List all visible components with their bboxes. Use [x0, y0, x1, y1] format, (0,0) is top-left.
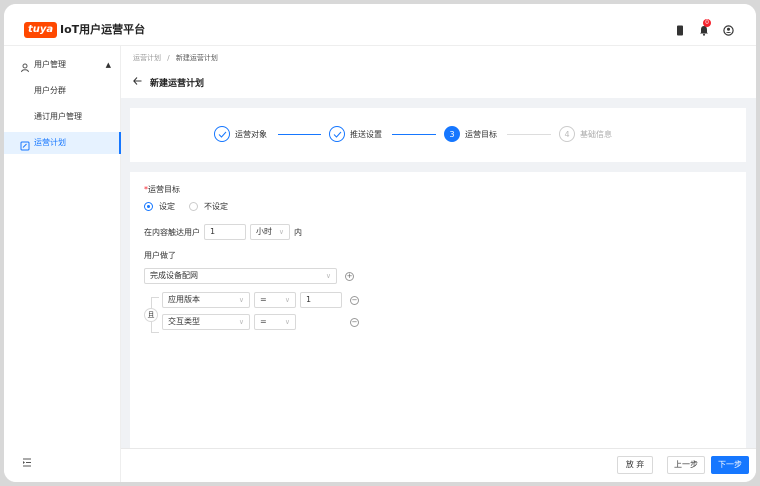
step-2: 推送设置: [329, 126, 382, 142]
reach-time-row: 在内容触达用户 1 小时 ∨ 内: [144, 224, 302, 240]
step-connector: [278, 134, 321, 135]
breadcrumb-separator: /: [167, 54, 170, 62]
condition-value-input[interactable]: 1: [300, 292, 342, 308]
goal-radio-group: 设定 不设定: [144, 201, 228, 212]
sidebar-item-user-management[interactable]: 用户管理 ▲: [4, 54, 121, 76]
step-label: 运营对象: [235, 129, 267, 139]
sidebar-item-label: 用户分群: [34, 86, 66, 95]
condition-row: 应用版本 ∨ = ∨ 1 −: [162, 292, 359, 308]
user-icon: [20, 60, 30, 73]
condition-field-select[interactable]: 应用版本 ∨: [162, 292, 250, 308]
chevron-down-icon: ∨: [284, 296, 290, 304]
plan-icon: [20, 138, 30, 151]
notification-badge: 0: [703, 19, 711, 27]
remove-condition-icon[interactable]: −: [350, 317, 359, 327]
app-window: tuya IoT用户运营平台 0 用户管理 ▲ 用户分群 通订用户管理 运营计划…: [4, 4, 756, 482]
step-label: 基础信息: [580, 129, 612, 139]
radio-set-label: 设定: [159, 202, 175, 211]
goal-label-text: 运营目标: [148, 185, 180, 194]
condition-row: 交互类型 ∨ = ∨ −: [162, 314, 359, 330]
sidebar-item-label: 通订用户管理: [34, 112, 82, 121]
menu-collapse-icon[interactable]: [22, 458, 32, 468]
breadcrumb-current: 新建运营计划: [175, 54, 218, 62]
step-connector: [507, 134, 551, 135]
top-icons: 0: [674, 19, 734, 36]
chevron-down-icon: ∨: [325, 272, 331, 280]
page-header: 运营计划 / 新建运营计划 新建运营计划: [121, 46, 756, 98]
event-value: 完成设备配网: [150, 271, 198, 280]
sidebar: 用户管理 ▲ 用户分群 通订用户管理 运营计划: [4, 46, 121, 482]
step-label: 运营目标: [465, 129, 497, 139]
steps-bar: 运营对象 推送设置 3 运营目标 4 基础信息: [130, 108, 746, 162]
chevron-up-icon: ▲: [105, 61, 111, 69]
bell-icon[interactable]: 0: [698, 19, 711, 36]
condition-operator-value: =: [260, 295, 267, 304]
sidebar-item-label: 运营计划: [34, 138, 66, 147]
step-3: 3 运营目标: [444, 126, 497, 142]
phone-icon[interactable]: [674, 24, 686, 36]
step-label: 推送设置: [350, 129, 382, 139]
sidebar-item-subscription-users[interactable]: 通订用户管理: [4, 106, 121, 128]
back-arrow-icon[interactable]: [133, 77, 142, 88]
condition-field-value: 交互类型: [168, 317, 200, 326]
check-icon: [214, 126, 230, 142]
add-condition-icon[interactable]: +: [345, 271, 354, 281]
check-icon: [329, 126, 345, 142]
condition-field-value: 应用版本: [168, 295, 200, 304]
goal-label: *运营目标: [144, 184, 180, 195]
main-area: 运营计划 / 新建运营计划 新建运营计划 运营对象 推送设置 3 运营目标 4 …: [121, 46, 756, 482]
condition-group: 且 应用版本 ∨ = ∨ 1 − 交互类型 ∨ = ∨ −: [144, 292, 364, 338]
chevron-down-icon: ∨: [278, 228, 284, 236]
goal-form: *运营目标 设定 不设定 在内容触达用户 1 小时 ∨ 内 用户做了 完成设备配…: [130, 172, 746, 452]
page-title-row: 新建运营计划: [133, 76, 204, 89]
condition-operator-value: =: [260, 317, 267, 326]
previous-button[interactable]: 上一步: [667, 456, 705, 474]
tuya-logo: tuya: [24, 22, 58, 38]
step-1: 运营对象: [214, 126, 267, 142]
reach-value-input[interactable]: 1: [204, 224, 246, 240]
footer-bar: 放 弃 上一步 下一步: [121, 448, 756, 482]
condition-operator-select[interactable]: = ∨: [254, 314, 296, 330]
account-icon[interactable]: [722, 24, 734, 36]
reach-suffix: 内: [294, 227, 302, 237]
breadcrumb-parent[interactable]: 运营计划: [133, 54, 161, 62]
event-select[interactable]: 完成设备配网 ∨: [144, 268, 337, 284]
sidebar-item-label: 用户管理: [34, 60, 66, 69]
next-button[interactable]: 下一步: [711, 456, 749, 474]
step-connector: [392, 134, 436, 135]
reach-unit-value: 小时: [256, 227, 272, 236]
sidebar-item-user-segments[interactable]: 用户分群: [4, 80, 121, 102]
sidebar-item-operation-plan[interactable]: 运营计划: [4, 132, 121, 154]
page-title: 新建运营计划: [150, 79, 205, 89]
breadcrumb: 运营计划 / 新建运营计划: [133, 53, 218, 63]
event-row: 完成设备配网 ∨ +: [144, 268, 354, 284]
remove-condition-icon[interactable]: −: [350, 295, 359, 305]
radio-unset-label: 不设定: [204, 202, 228, 211]
step-number: 4: [559, 126, 575, 142]
app-title: IoT用户运营平台: [60, 23, 146, 36]
step-number: 3: [444, 126, 460, 142]
radio-set[interactable]: [144, 202, 153, 211]
top-bar: tuya IoT用户运营平台 0: [4, 4, 756, 46]
chevron-down-icon: ∨: [238, 296, 244, 304]
condition-field-select[interactable]: 交互类型 ∨: [162, 314, 250, 330]
condition-operator-select[interactable]: = ∨: [254, 292, 296, 308]
and-badge[interactable]: 且: [144, 308, 158, 322]
discard-button[interactable]: 放 弃: [617, 456, 653, 474]
chevron-down-icon: ∨: [284, 318, 290, 326]
reach-prefix: 在内容触达用户: [144, 227, 200, 237]
did-label: 用户做了: [144, 251, 176, 260]
step-4: 4 基础信息: [559, 126, 612, 142]
chevron-down-icon: ∨: [238, 318, 244, 326]
radio-unset[interactable]: [189, 202, 198, 211]
reach-unit-select[interactable]: 小时 ∨: [250, 224, 290, 240]
